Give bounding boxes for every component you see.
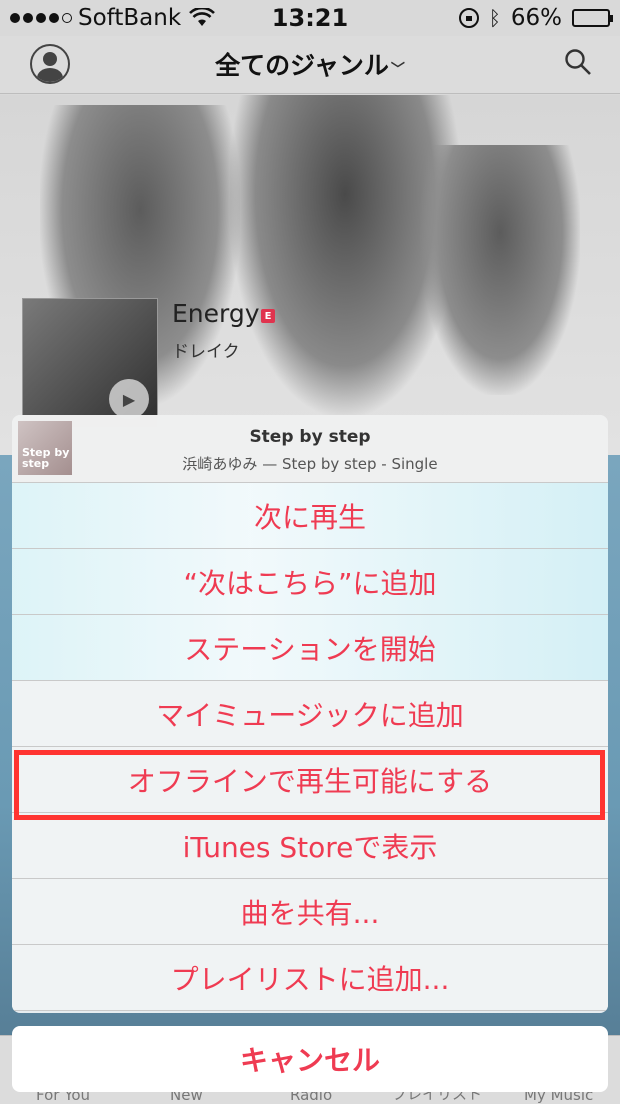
sheet-song-title: Step by step [249,427,371,447]
status-bar: SoftBank 13:21 ᛒ 66% [0,0,620,36]
search-icon[interactable] [564,48,592,76]
add-to-my-music-button[interactable]: マイミュージックに追加 [12,681,608,747]
rotation-lock-icon [458,8,479,28]
song-title: Energy [172,299,260,328]
navigation-bar: 全てのジャンル ﹀ [0,36,620,94]
featured-hero[interactable]: ▶ Energy E ドレイク [0,95,620,455]
cancel-button[interactable]: キャンセル [12,1026,608,1092]
sheet-song-subtitle: 浜崎あゆみ — Step by step - Single [182,455,438,473]
artist-name: ドレイク [172,342,240,362]
carrier-name: SoftBank [78,5,182,31]
action-sheet: Step by step Step by step 浜崎あゆみ — Step b… [12,415,608,1013]
show-in-itunes-store-button[interactable]: iTunes Storeで表示 [12,813,608,879]
hero-photo-person [420,145,580,395]
share-song-button[interactable]: 曲を共有... [12,879,608,945]
chevron-down-icon: ﹀ [390,62,405,78]
add-to-up-next-button[interactable]: “次はこちら”に追加 [12,549,608,615]
battery-icon [572,9,613,27]
page-title: 全てのジャンル [215,51,389,80]
explicit-badge: E [261,309,275,323]
genre-selector[interactable]: 全てのジャンル ﹀ [0,46,620,82]
make-available-offline-button[interactable]: オフラインで再生可能にする [12,747,608,813]
start-station-button[interactable]: ステーションを開始 [12,615,608,681]
wifi-icon [189,8,216,26]
signal-strength-icon [10,13,72,23]
album-artwork[interactable]: ▶ [22,298,158,428]
add-to-playlist-button[interactable]: プレイリストに追加... [12,945,608,1011]
battery-percentage: 66% [510,5,562,31]
play-next-button[interactable]: 次に再生 [12,483,608,549]
bluetooth-icon: ᛒ [488,6,501,30]
play-icon[interactable]: ▶ [109,379,149,419]
sheet-header: Step by step Step by step 浜崎あゆみ — Step b… [12,415,608,483]
